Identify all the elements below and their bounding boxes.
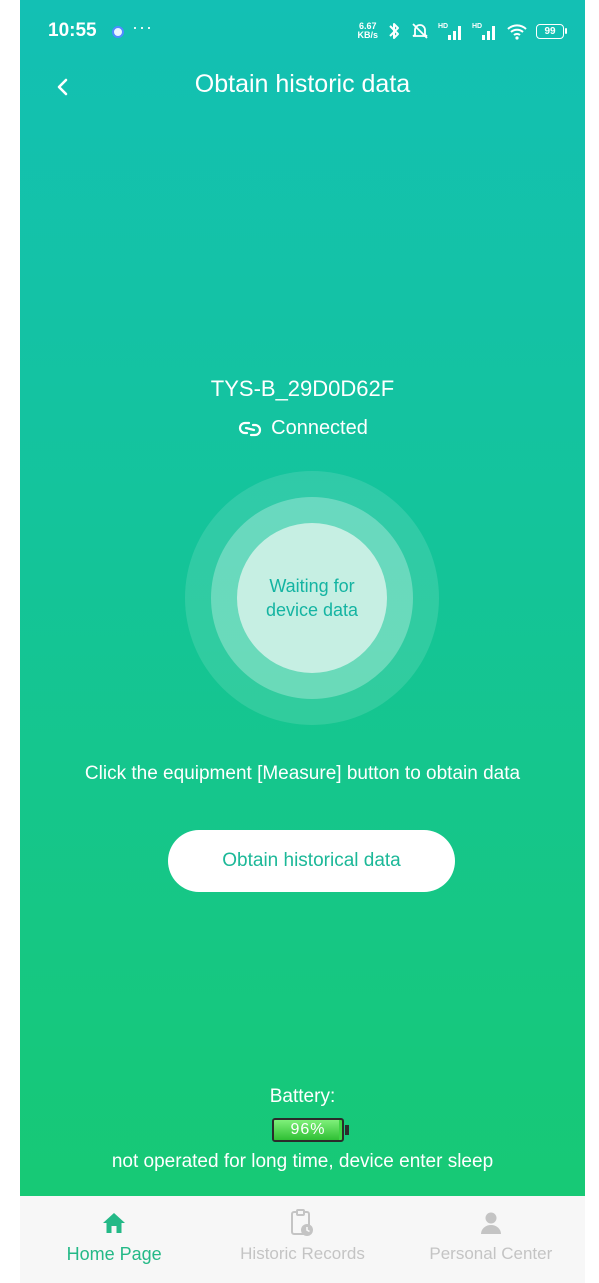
- connection-status: Connected: [20, 417, 585, 440]
- device-battery-tip: [345, 1125, 349, 1135]
- status-bar: 10:55 ··· 6.67 KB/s HD HD 99: [20, 0, 585, 62]
- device-battery-level: 96%: [290, 1121, 326, 1138]
- svg-text:HD: HD: [472, 23, 482, 30]
- home-icon: [99, 1208, 129, 1238]
- waiting-indicator: Waiting for device data: [237, 523, 387, 673]
- wifi-icon: [507, 24, 527, 40]
- tab-label-home: Home Page: [66, 1244, 162, 1264]
- tab-label-historic: Historic Records: [240, 1244, 365, 1263]
- status-more-icon: ···: [132, 17, 153, 37]
- person-icon: [476, 1208, 506, 1238]
- bottom-tab-bar: Home Page Historic Records Personal Cent…: [20, 1196, 585, 1283]
- signal-hd-icon-2: HD: [472, 23, 495, 40]
- link-icon: [239, 421, 262, 436]
- signal-hd-icon: HD: [438, 23, 461, 40]
- tab-home-page[interactable]: Home Page: [20, 1196, 208, 1283]
- device-battery-body: 96%: [272, 1118, 344, 1142]
- page-title: Obtain historic data: [194, 70, 411, 98]
- network-speed: 6.67 KB/s: [357, 21, 378, 40]
- clipboard-clock-icon: [287, 1208, 317, 1238]
- tab-personal-center[interactable]: Personal Center: [397, 1196, 585, 1283]
- muted-bell-icon: [412, 23, 428, 39]
- notification-app-icon: [112, 26, 124, 38]
- device-battery-indicator: 96%: [272, 1118, 349, 1142]
- device-name: TYS-B_29D0D62F: [210, 376, 395, 401]
- main-screen: 10:55 ··· 6.67 KB/s HD HD 99 Obtain hist…: [20, 0, 585, 1196]
- svg-text:HD: HD: [438, 23, 448, 30]
- obtain-historical-data-button[interactable]: Obtain historical data: [168, 830, 455, 892]
- waiting-text: Waiting for device data: [265, 576, 359, 620]
- tab-historic-records[interactable]: Historic Records: [208, 1196, 396, 1283]
- measure-instruction: Click the equipment [Measure] button to …: [84, 763, 521, 784]
- sleep-notice: not operated for long time, device enter…: [111, 1151, 494, 1172]
- phone-battery-icon: 99: [536, 23, 567, 39]
- status-icons: 6.67 KB/s HD HD 99: [357, 20, 567, 42]
- phone-screen: 10:55 ··· 6.67 KB/s HD HD 99 Obtain hist…: [20, 0, 585, 1283]
- tab-label-personal: Personal Center: [429, 1244, 553, 1263]
- battery-label: Battery:: [269, 1086, 336, 1107]
- header: Obtain historic data: [20, 62, 585, 112]
- status-time: 10:55: [48, 20, 97, 41]
- connection-label: Connected: [271, 417, 368, 439]
- bluetooth-icon: [389, 23, 399, 39]
